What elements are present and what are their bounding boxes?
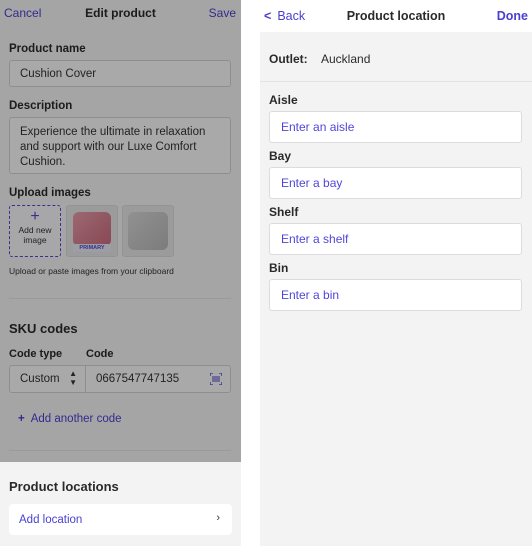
edit-product-panel: Cancel Edit product Save Product name Cu… — [0, 0, 241, 546]
chevron-right-icon: › — [216, 512, 220, 524]
product-location-header: < Back Product location Done — [260, 0, 532, 32]
bin-input[interactable] — [269, 279, 522, 311]
add-location-button[interactable]: Add location › — [9, 504, 232, 535]
panel-gap — [241, 0, 260, 546]
shelf-input[interactable] — [269, 223, 522, 255]
aisle-input[interactable] — [269, 111, 522, 143]
product-locations-section: Product locations Add location › — [0, 462, 241, 546]
modal-overlay[interactable] — [0, 0, 241, 462]
product-locations-title: Product locations — [9, 479, 119, 494]
product-location-panel: < Back Product location Done Outlet: Auck… — [260, 0, 532, 546]
aisle-label: Aisle — [269, 93, 298, 107]
bay-input[interactable] — [269, 167, 522, 199]
outlet-label: Outlet: — [269, 52, 308, 66]
add-location-label: Add location — [19, 514, 83, 526]
product-location-title: Product location — [346, 9, 446, 23]
shelf-label: Shelf — [269, 205, 299, 219]
done-button[interactable]: Done — [497, 9, 528, 23]
outlet-row: Outlet: Auckland — [260, 32, 532, 82]
bay-label: Bay — [269, 149, 292, 163]
outlet-value: Auckland — [321, 52, 371, 66]
bin-label: Bin — [269, 261, 289, 275]
